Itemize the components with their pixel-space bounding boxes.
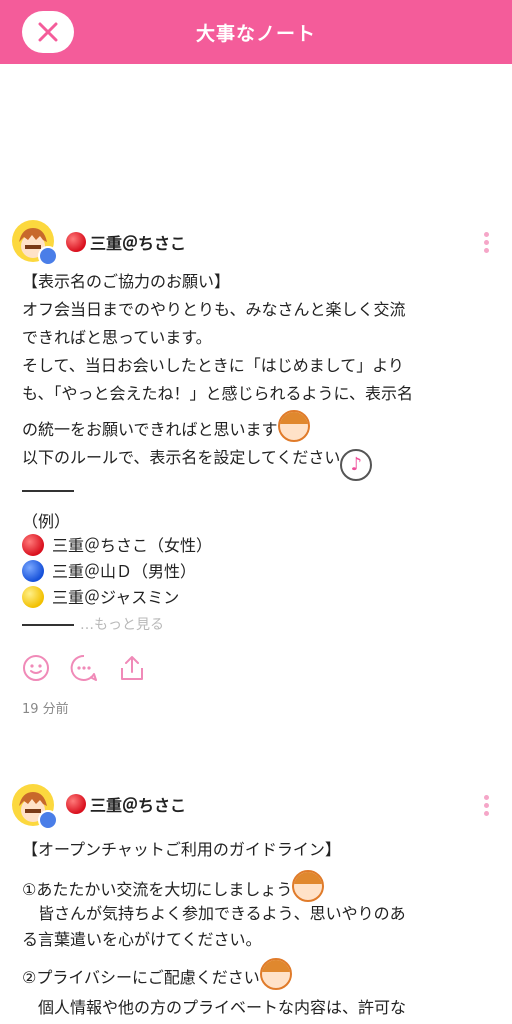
post-author[interactable]: 三重＠ちさこ: [66, 792, 186, 816]
post-text: の統一をお願いできればと思います: [22, 420, 278, 439]
music-note-sticker-icon: ♪: [340, 449, 373, 481]
post-text-line: そして、当日お会いしたときに「はじめまして」より: [22, 356, 404, 375]
see-more-link[interactable]: …もっと見る: [80, 617, 164, 633]
post-text-line: も、「やっと会えたね！」と感じられるように、表示名: [22, 384, 414, 403]
example-item: 三重＠ジャスミン: [22, 586, 179, 610]
post-text-line-with-sticker: の統一をお願いできればと思います: [22, 410, 310, 442]
post-text: ②プライバシーにご配慮ください: [22, 968, 260, 987]
example-label: （例）: [22, 512, 71, 531]
red-circle-icon: [22, 534, 44, 556]
post-text-line: できればと思っています。: [22, 328, 212, 347]
post-text-line: 【表示名のご協力のお願い】: [22, 272, 231, 291]
post-author[interactable]: 三重＠ちさこ: [66, 230, 186, 254]
header-bar: 大事なノート: [0, 0, 512, 64]
comment-icon[interactable]: [70, 654, 98, 682]
divider-line: [22, 478, 74, 502]
girl-face-sticker-icon: [259, 958, 292, 990]
smile-icon[interactable]: [22, 654, 50, 682]
post-text-line: 【オープンチャットご利用のガイドライン】: [22, 840, 341, 859]
example-text: 三重＠ジャスミン: [52, 588, 180, 607]
post-text-line-with-sticker: 以下のルールで、表示名を設定してください ♪: [22, 446, 373, 481]
verified-badge-icon: [38, 246, 58, 266]
post-text-line: オフ会当日までのやりとりも、みなさんと楽しく交流: [22, 300, 406, 319]
share-icon[interactable]: [118, 654, 146, 682]
post-timestamp: 19 分前: [22, 702, 69, 717]
red-circle-icon: [66, 794, 86, 814]
post-text-line-with-sticker: ②プライバシーにご配慮ください: [22, 958, 292, 990]
more-options-icon[interactable]: [483, 795, 491, 819]
post-text-line: 皆さんが気持ちよく参加できるよう、思いやりのあ: [22, 904, 406, 923]
blue-circle-icon: [22, 560, 44, 582]
red-circle-icon: [66, 232, 86, 252]
yellow-circle-icon: [22, 586, 44, 608]
author-name: 三重＠ちさこ: [90, 234, 187, 253]
girl-face-sticker-icon: [277, 410, 310, 442]
example-item: 三重＠山Ｄ（男性）: [22, 560, 196, 584]
post-text-line: 個人情報や他の方のプライベートな内容は、許可な: [22, 998, 407, 1017]
post-text: ①あたたかい交流を大切にしましょう: [22, 880, 293, 899]
example-text: 三重＠ちさこ（女性）: [52, 536, 213, 555]
author-name: 三重＠ちさこ: [90, 796, 187, 815]
verified-badge-icon: [38, 810, 58, 830]
example-text: 三重＠山Ｄ（男性）: [52, 562, 197, 581]
page-title: 大事なノート: [195, 23, 316, 45]
see-more-row: …もっと見る: [22, 612, 164, 636]
post-text-line-with-sticker: ①あたたかい交流を大切にしましょう: [22, 870, 325, 902]
girl-face-sticker-icon: [292, 870, 325, 902]
example-item: 三重＠ちさこ（女性）: [22, 534, 212, 558]
post-text: 以下のルールで、表示名を設定してください: [22, 448, 341, 467]
post-text-line: る言葉遣いを心がけてください。: [22, 930, 262, 949]
more-options-icon[interactable]: [483, 232, 491, 256]
